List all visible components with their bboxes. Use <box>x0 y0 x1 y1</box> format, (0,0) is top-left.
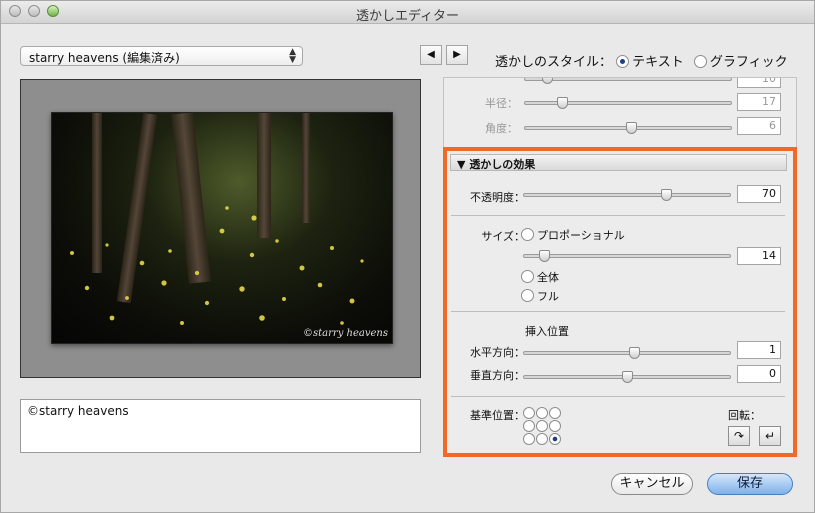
opacity-slider-knob[interactable] <box>661 189 672 201</box>
radius-label: 半径： <box>485 97 518 110</box>
size-label: サイズ： <box>481 230 525 243</box>
size-fill-radio[interactable] <box>521 289 534 302</box>
angle-slider-knob[interactable] <box>626 122 637 134</box>
text-style-label: テキスト <box>632 55 684 70</box>
size-slider-knob[interactable] <box>539 250 550 262</box>
preview-watermark: ©starry heavens <box>303 328 388 339</box>
horizontal-slider-track[interactable] <box>523 351 731 355</box>
size-proportional-option[interactable]: プロポーショナル <box>521 227 625 243</box>
watermark-style-row: 透かしのスタイル： テキスト グラフィック <box>495 51 788 70</box>
updown-chevron-icon: ▲ ▼ <box>289 47 296 65</box>
firefly-dots <box>70 206 364 325</box>
next-button[interactable]: ▶ <box>446 45 468 65</box>
angle-label: 角度： <box>485 122 518 135</box>
anchor-top-center[interactable] <box>536 407 548 419</box>
anchor-bottom-left[interactable] <box>523 433 535 445</box>
rotate-label: 回転： <box>728 409 761 422</box>
effects-section-title: 透かしの効果 <box>469 158 536 171</box>
graphic-style-radio[interactable] <box>693 55 707 68</box>
rotate-clockwise-button[interactable]: ↷ <box>728 426 750 446</box>
horizontal-slider-knob[interactable] <box>629 347 640 359</box>
size-fill-option[interactable]: フル <box>521 288 559 304</box>
anchor-middle-right[interactable] <box>549 420 561 432</box>
size-slider-track[interactable] <box>523 254 731 258</box>
anchor-top-right[interactable] <box>549 407 561 419</box>
watermark-effects-section: ▼ 透かしの効果 不透明度： 70 サイズ： プロポーショナル 14 全体 フル… <box>443 147 797 457</box>
window-title: 透かしエディター <box>355 9 460 24</box>
titlebar: 透かしエディター <box>1 1 814 24</box>
radius-slider-track[interactable] <box>524 101 732 105</box>
size-fit-option[interactable]: 全体 <box>521 269 559 285</box>
shadow-slider-track[interactable] <box>524 78 732 81</box>
preset-select[interactable]: starry heavens (編集済み) ▲ ▼ <box>20 46 303 66</box>
horizontal-label: 水平方向： <box>470 346 525 359</box>
rotate-counterclockwise-button[interactable]: ↵ <box>759 426 781 446</box>
inset-heading: 挿入位置 <box>525 325 569 338</box>
radius-field[interactable]: 17 <box>737 93 781 111</box>
anchor-label: 基準位置： <box>470 409 525 422</box>
shadow-slider-knob[interactable] <box>542 78 553 84</box>
opacity-label: 不透明度： <box>470 191 525 204</box>
vertical-field[interactable]: 0 <box>737 365 781 383</box>
preview-pane: ©starry heavens <box>20 79 421 378</box>
size-proportional-label: プロポーショナル <box>537 229 625 242</box>
size-fit-radio[interactable] <box>521 270 534 283</box>
cancel-button[interactable]: キャンセル <box>611 473 693 495</box>
anchor-bottom-right[interactable] <box>549 433 561 445</box>
preset-select-value: starry heavens (編集済み) <box>29 51 180 65</box>
divider <box>451 311 785 312</box>
anchor-middle-left[interactable] <box>523 420 535 432</box>
effects-section-header[interactable]: ▼ 透かしの効果 <box>450 154 787 171</box>
save-button[interactable]: 保存 <box>707 473 793 495</box>
size-proportional-radio[interactable] <box>521 228 534 241</box>
watermark-style-label: 透かしのスタイル： <box>495 55 613 70</box>
disclosure-triangle-icon: ▼ <box>457 158 466 171</box>
size-field[interactable]: 14 <box>737 247 781 265</box>
anchor-center[interactable] <box>536 420 548 432</box>
size-fit-label: 全体 <box>537 271 559 284</box>
graphic-style-label: グラフィック <box>709 55 788 70</box>
angle-field[interactable]: 6 <box>737 117 781 135</box>
shadow-row0-field[interactable]: 10 <box>737 78 781 88</box>
preview-photo: ©starry heavens <box>51 112 393 344</box>
watermark-text-input[interactable]: ©starry heavens <box>20 399 421 453</box>
anchor-top-left[interactable] <box>523 407 535 419</box>
divider <box>451 215 785 216</box>
horizontal-field[interactable]: 1 <box>737 341 781 359</box>
anchor-grid[interactable] <box>523 407 567 451</box>
watermark-editor-window: 透かしエディター starry heavens (編集済み) ▲ ▼ ◀ ▶ 透か… <box>0 0 815 513</box>
previous-button[interactable]: ◀ <box>420 45 442 65</box>
text-style-radio[interactable] <box>616 55 630 68</box>
radius-slider-knob[interactable] <box>557 97 568 109</box>
vertical-slider-knob[interactable] <box>622 371 633 383</box>
anchor-bottom-center[interactable] <box>536 433 548 445</box>
size-fill-label: フル <box>537 290 559 303</box>
opacity-field[interactable]: 70 <box>737 185 781 203</box>
vertical-label: 垂直方向： <box>470 369 525 382</box>
divider <box>451 396 785 397</box>
opacity-slider-track[interactable] <box>523 193 731 197</box>
